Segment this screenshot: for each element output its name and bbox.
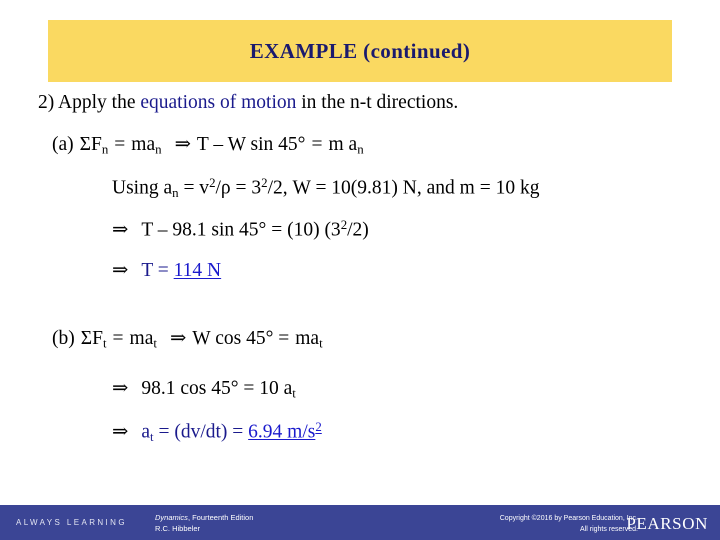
part-a-result-implies-arrow-icon: ⇒ bbox=[112, 260, 129, 281]
part-b-result-lhs-rest: = (dv/dt) = bbox=[153, 421, 249, 443]
part-b-result-value-exponent: 2 bbox=[315, 420, 322, 434]
given-values-line: Using an = v2/ρ = 32/2, W = 10(9.81) N, … bbox=[112, 176, 539, 200]
part-a-rhs-subscript: n bbox=[357, 142, 364, 157]
using-lead: Using a bbox=[112, 177, 173, 199]
part-a-calc-text-end: /2) bbox=[347, 219, 369, 241]
part-b-calc-text: 98.1 cos 45° = 10 a bbox=[141, 378, 293, 399]
part-b-rhs-subscript: t bbox=[319, 336, 323, 351]
part-b-expression: W cos 45° = bbox=[192, 328, 290, 349]
part-a-label: (a) bbox=[52, 134, 74, 155]
part-b-equals: = bbox=[112, 328, 124, 349]
copyright-line-1: Copyright ©2016 by Pearson Education, In… bbox=[499, 515, 638, 522]
book-edition: , Fourteenth Edition bbox=[187, 513, 254, 522]
step-2-instruction: 2) Apply the equations of motion in the … bbox=[38, 92, 458, 113]
part-b-sum: ΣF bbox=[80, 328, 103, 349]
part-b-result-lhs-a: a bbox=[141, 421, 150, 443]
book-author: R.C. Hibbeler bbox=[155, 523, 201, 533]
part-a-rhs: m a bbox=[328, 134, 358, 155]
book-title: Dynamics bbox=[155, 513, 188, 522]
part-a-implies-arrow-icon: ⇒ bbox=[174, 134, 191, 155]
part-a-result: ⇒ T = 114 N bbox=[112, 260, 221, 281]
using-rest-2: /ρ = 3 bbox=[215, 177, 262, 199]
part-b-calculation: ⇒ 98.1 cos 45° = 10 at bbox=[112, 378, 296, 401]
always-learning-tagline: ALWAYS LEARNING bbox=[16, 518, 127, 527]
part-b-result: ⇒ at = (dv/dt) = 6.94 m/s2 bbox=[112, 420, 322, 444]
part-b-implies-arrow-icon: ⇒ bbox=[169, 328, 187, 349]
part-b-result-value: 6.94 m/s bbox=[248, 421, 316, 443]
part-b-sum-subscript: t bbox=[102, 336, 107, 351]
part-a-sum: ΣF bbox=[79, 134, 102, 155]
using-rest: = v bbox=[178, 177, 210, 199]
equation-part-b: (b) ΣFt = mat ⇒ W cos 45° = mat bbox=[52, 328, 323, 351]
footer-bar: ALWAYS LEARNING Dynamics, Fourteenth Edi… bbox=[0, 505, 720, 540]
part-b-calc-implies-arrow-icon: ⇒ bbox=[112, 378, 129, 399]
part-a-calc-text: T – 98.1 sin 45° = (10) (3 bbox=[141, 219, 341, 241]
part-a-calc-implies-arrow-icon: ⇒ bbox=[112, 219, 129, 241]
title-banner: EXAMPLE (continued) bbox=[48, 20, 672, 82]
part-a-result-lhs: T = bbox=[141, 260, 174, 281]
book-info: Dynamics, Fourteenth Edition R.C. Hibbel… bbox=[155, 513, 253, 535]
equation-part-a: (a) ΣFn = man ⇒ T – W sin 45° = m an bbox=[52, 134, 364, 157]
part-b-label: (b) bbox=[52, 328, 75, 349]
part-a-equals: = bbox=[114, 134, 126, 155]
part-a-calculation: ⇒ T – 98.1 sin 45° = (10) (32/2) bbox=[112, 218, 369, 241]
equations-of-motion-highlight: equations of motion bbox=[140, 92, 297, 113]
using-rest-3: /2, W = 10(9.81) N, and m = 10 kg bbox=[267, 177, 540, 199]
part-b-calc-subscript: t bbox=[292, 386, 296, 401]
part-a-ma-subscript: n bbox=[155, 142, 162, 157]
part-b-ma-subscript: t bbox=[153, 336, 157, 351]
part-a-ma: ma bbox=[131, 134, 156, 155]
part-b-rhs: ma bbox=[295, 328, 320, 349]
slide-content: 2) Apply the equations of motion in the … bbox=[0, 88, 720, 488]
page-title: EXAMPLE (continued) bbox=[249, 38, 471, 63]
step-2-prefix: 2) Apply the bbox=[38, 92, 141, 113]
copyright-notice: Copyright ©2016 by Pearson Education, In… bbox=[418, 514, 638, 535]
book-title-line: Dynamics, Fourteenth Edition bbox=[155, 513, 253, 524]
part-a-result-value: 114 N bbox=[173, 260, 222, 281]
part-a-equals-2: = bbox=[311, 134, 323, 155]
copyright-line-2: All rights reserved. bbox=[580, 525, 638, 533]
part-b-result-implies-arrow-icon: ⇒ bbox=[112, 421, 129, 443]
step-2-suffix: in the n-t directions. bbox=[296, 92, 459, 113]
part-a-sum-subscript: n bbox=[101, 142, 109, 157]
part-b-ma: ma bbox=[129, 328, 154, 349]
part-a-expression: T – W sin 45° bbox=[196, 134, 306, 155]
pearson-logo: PEARSON bbox=[626, 514, 708, 533]
